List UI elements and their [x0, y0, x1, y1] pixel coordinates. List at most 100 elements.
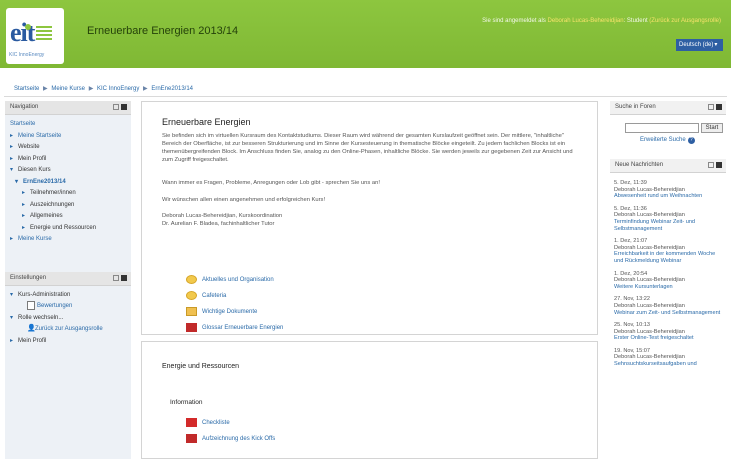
site-logo[interactable]: eit KIC InnoEnergy	[6, 8, 64, 64]
news-subject-link[interactable]: Sehnsuchtskurseitsaufgaben und	[614, 361, 722, 368]
folder-icon	[186, 307, 197, 316]
nav-label: Diesen Kurs	[18, 167, 51, 173]
breadcrumb-course[interactable]: ErnEne2013/14	[151, 86, 193, 92]
nav-item-current-course[interactable]: ▾ ErnEne2013/14	[10, 177, 127, 189]
news-item: 1. Dez, 20:54 Deborah Lucas-Behereidjian W…	[610, 271, 726, 291]
grades-icon	[27, 301, 35, 310]
search-block-title: Suche in Foren	[615, 104, 656, 110]
news-subject-link[interactable]: Abwesenheit rund um Weihnachten	[614, 193, 722, 200]
news-subject-link[interactable]: Terminfindung Webinar Zeit- und Selbstma…	[614, 219, 722, 232]
latest-news-block: Neue Nachrichten 5. Dez, 11:39 Deborah Lu…	[610, 159, 726, 459]
news-subject-link[interactable]: Weitere Kursunterlagen	[614, 284, 722, 291]
intro-paragraph: Sie befinden sich im virtuellen Kursraum…	[162, 133, 573, 163]
settings-item-profile[interactable]: ▸ Mein Profil	[10, 336, 127, 348]
right-sidebar: Suche in Foren Start Erweiterte Suche? N…	[610, 101, 731, 459]
language-select[interactable]: Deutsch (de)▾	[676, 39, 723, 51]
chevron-down-icon: ▾	[714, 42, 718, 48]
expand-arrow-icon: ▸	[10, 155, 14, 162]
expand-arrow-icon: ▸	[22, 201, 26, 208]
expand-arrow-icon: ▸	[10, 132, 14, 139]
forum-search-block: Suche in Foren Start Erweiterte Suche?	[610, 101, 726, 155]
nav-item-this-course[interactable]: ▾ Diesen Kurs	[10, 165, 127, 177]
collapse-icon[interactable]	[121, 274, 127, 281]
nav-item-energy-resources[interactable]: ▸ Energie und Ressourcen	[10, 223, 127, 235]
language-value: Deutsch (de)	[679, 42, 714, 48]
nav-item-general[interactable]: ▸ Allgemeines	[10, 211, 127, 223]
resource-item[interactable]: Checkliste	[186, 415, 275, 431]
dock-icon[interactable]	[113, 104, 119, 110]
nav-item-profile[interactable]: ▸ Mein Profil	[10, 154, 127, 166]
expand-arrow-icon: ▸	[10, 337, 14, 344]
news-date: 27. Nov, 13:22	[614, 296, 650, 303]
breadcrumb-my-courses[interactable]: Meine Kurse	[51, 86, 85, 92]
resource-label: Wichtige Dokumente	[202, 309, 258, 315]
logo-dot	[25, 24, 31, 30]
nav-item-my-home[interactable]: ▸ Meine Startseite	[10, 131, 127, 143]
nav-label: Energie und Ressourcen	[30, 224, 97, 231]
collapse-icon[interactable]	[121, 104, 127, 110]
settings-label: Kurs-Administration	[18, 291, 71, 298]
news-list: 5. Dez, 11:39 Deborah Lucas-Behereidjian A…	[610, 173, 726, 368]
news-item: 25. Nov, 10:13 Deborah Lucas-Behereidjian…	[610, 322, 726, 342]
logo-wordmark: eit	[10, 18, 35, 47]
news-subject-link[interactable]: Erreichbarkeit in der kommenden Woche un…	[614, 251, 722, 264]
expand-arrow-icon: ▸	[22, 213, 26, 219]
news-date: 19. Nov, 15:07	[614, 347, 650, 354]
resource-label: Cafeteria	[202, 293, 227, 299]
collapse-icon[interactable]	[716, 162, 722, 168]
help-icon[interactable]: ?	[687, 137, 695, 144]
settings-item-grades[interactable]: Bewertungen	[10, 301, 127, 313]
news-date: 25. Nov, 10:13	[614, 322, 650, 329]
nav-item-home[interactable]: Startseite	[10, 119, 127, 131]
resource-item[interactable]: Wichtige Dokumente	[186, 304, 283, 320]
news-author: Deborah Lucas-Behereidjian	[614, 212, 685, 219]
dock-icon[interactable]	[708, 104, 714, 110]
news-author: Deborah Lucas-Behereidjian	[614, 186, 685, 193]
nav-item-my-courses[interactable]: ▸ Meine Kurse	[10, 234, 127, 246]
settings-item-switch-role[interactable]: ▾ Rolle wechseln...	[10, 313, 127, 325]
settings-label: Rolle wechseln...	[18, 314, 64, 321]
navigation-block-header: Navigation	[5, 101, 131, 115]
settings-label: Zurück zur Ausgangsrolle	[35, 326, 103, 332]
news-date: 5. Dez, 11:39	[614, 180, 647, 186]
settings-label: Mein Profil	[18, 337, 47, 344]
dock-icon[interactable]	[113, 274, 119, 281]
expand-arrow-icon: ▸	[22, 190, 26, 196]
nav-item-badges[interactable]: ▸ Auszeichnungen	[10, 200, 127, 212]
glossary-icon	[186, 323, 197, 332]
news-subject-link[interactable]: Erster Online-Test freigeschaltet	[614, 335, 722, 342]
breadcrumb-category[interactable]: KIC InnoEnergy	[97, 86, 139, 92]
advanced-search-link[interactable]: Erweiterte Suche?	[640, 137, 695, 144]
collapse-arrow-icon: ▾	[10, 314, 14, 321]
forum-icon	[186, 275, 197, 284]
dock-icon[interactable]	[708, 162, 714, 168]
resource-item[interactable]: Aktuelles und Organisation	[186, 272, 283, 288]
signature-line: Deborah Lucas-Behereidjian, Kurskoordina…	[162, 213, 283, 219]
login-info: Sie sind angemeldet als Deborah Lucas-Be…	[482, 18, 721, 24]
news-item: 5. Dez, 11:36 Deborah Lucas-Behereidjian T…	[610, 206, 726, 232]
resource-item[interactable]: Cafeteria	[186, 288, 283, 304]
return-role-link[interactable]: (Zurück zur Ausgangsrolle)	[649, 18, 721, 24]
settings-tree: ▾ Kurs-Administration Bewertungen ▾ Rolle …	[5, 286, 131, 348]
nav-item-website[interactable]: ▸ Website	[10, 142, 127, 154]
news-subject-link[interactable]: Webinar zum Zeit- und Selbstmanagement	[614, 310, 722, 317]
nav-item-participants[interactable]: ▸ Teilnehmer/innen	[10, 188, 127, 200]
resource-label: Checkliste	[202, 420, 230, 426]
news-date: 1. Dez, 20:54	[614, 270, 648, 277]
search-button[interactable]: Start	[701, 123, 723, 133]
collapse-icon[interactable]	[716, 104, 722, 110]
nav-label: Meine Startseite	[18, 132, 62, 139]
expand-arrow-icon: ▸	[10, 144, 14, 150]
settings-item-course-admin[interactable]: ▾ Kurs-Administration	[10, 290, 127, 302]
information-label: Information	[170, 399, 203, 406]
search-block-header: Suche in Foren	[610, 101, 726, 115]
resource-item[interactable]: Aufzeichnung des Kick Offs	[186, 431, 275, 447]
news-author: Deborah Lucas-Behereidjian	[614, 302, 685, 309]
user-link[interactable]: Deborah Lucas-Behereidjian	[548, 18, 624, 24]
settings-item-return-role[interactable]: 👤Zurück zur Ausgangsrolle	[10, 324, 127, 336]
resource-item[interactable]: Glossar Erneuerbare Energien	[186, 320, 283, 336]
site-title[interactable]: Erneuerbare Energien 2013/14	[87, 25, 238, 37]
news-block-header: Neue Nachrichten	[610, 159, 726, 173]
breadcrumb-home[interactable]: Startseite	[14, 86, 39, 92]
search-input[interactable]	[625, 123, 699, 133]
